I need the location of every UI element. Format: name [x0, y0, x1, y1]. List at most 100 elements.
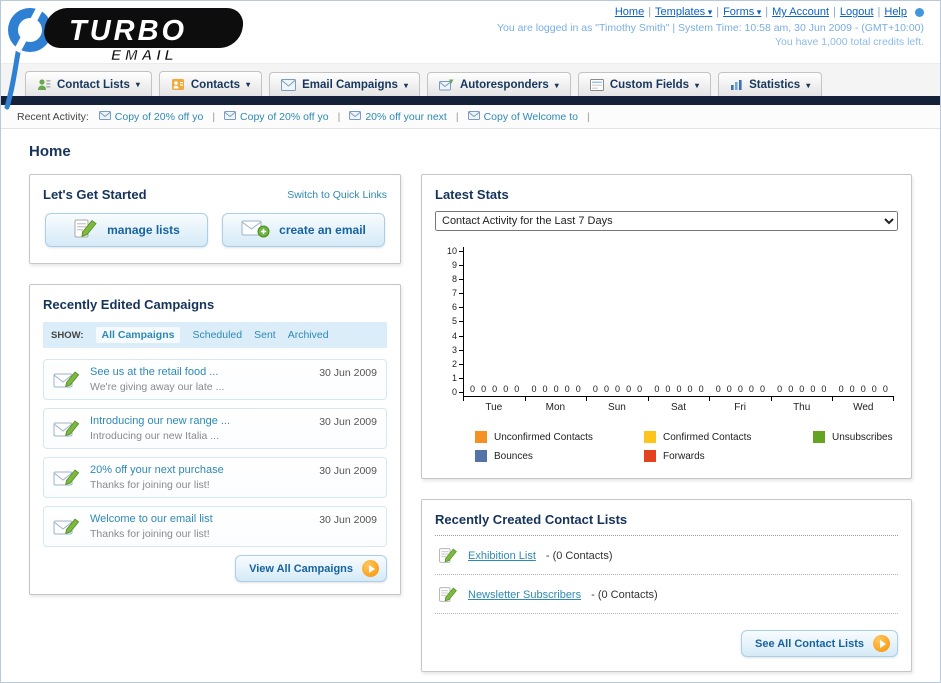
chart-value-label: 0: [737, 384, 743, 394]
legend-item: Unconfirmed Contacts: [475, 431, 640, 443]
x-axis-label: Sun: [586, 397, 648, 413]
x-axis-label: Tue: [463, 397, 525, 413]
chart-value-group: 00000: [648, 384, 709, 394]
chart-value-label: 0: [492, 384, 498, 394]
tab-email-campaigns[interactable]: Email Campaigns ▾: [269, 72, 420, 96]
create-an-email-button[interactable]: create an email: [222, 213, 385, 247]
tab-autoresponders[interactable]: Autoresponders ▾: [426, 72, 571, 96]
envelope-pencil-icon: [53, 418, 80, 440]
chart-value-label: 0: [849, 384, 855, 394]
view-all-campaigns-button[interactable]: View All Campaigns: [235, 555, 387, 582]
contact-list-link[interactable]: Exhibition List: [468, 550, 536, 562]
chart-legend: Unconfirmed Contacts Confirmed Contacts Un…: [475, 431, 898, 462]
recent-activity-item[interactable]: 20% off your next: [349, 110, 447, 123]
header-right: Home | Templates ▾ | Forms ▾ | My Account | Logo…: [497, 6, 924, 48]
y-axis-label: 6: [452, 303, 463, 312]
y-axis-label: 10: [447, 247, 463, 256]
campaign-subtitle: We're giving away our late ...: [90, 381, 225, 393]
header: TURBO EMAIL Home | Templates ▾ | Forms ▾ | My …: [1, 1, 940, 110]
see-all-contact-lists-button[interactable]: See All Contact Lists: [740, 630, 898, 657]
contact-list-link[interactable]: Newsletter Subscribers: [468, 589, 581, 601]
stats-range-select[interactable]: Contact Activity for the Last 7 Days: [435, 211, 898, 231]
recent-activity-item[interactable]: Copy of Welcome to: [467, 110, 578, 123]
tab-label: Email Campaigns: [302, 79, 398, 91]
x-axis-label: Thu: [770, 397, 833, 413]
legend-swatch: [813, 431, 825, 443]
credits-info: You have 1,000 total credits left.: [774, 36, 924, 48]
tab-custom-fields[interactable]: Custom Fields ▾: [577, 72, 712, 96]
top-link-my-account[interactable]: My Account: [772, 6, 829, 18]
nav-separator: |: [648, 6, 652, 18]
campaign-filter-bar: SHOW: All Campaigns Scheduled Sent Archived: [43, 322, 387, 348]
legend-swatch: [475, 431, 487, 443]
chart-value-label: 0: [799, 384, 805, 394]
manage-lists-button[interactable]: manage lists: [45, 213, 208, 247]
y-axis-label: 9: [452, 261, 463, 270]
chart-value-label: 0: [470, 384, 476, 394]
recent-activity-item-label: Copy of Welcome to: [483, 110, 578, 123]
top-link-templates[interactable]: Templates ▾: [655, 6, 712, 18]
contact-list-count: - (0 Contacts): [545, 549, 613, 562]
y-axis-label: 2: [452, 359, 463, 369]
y-axis-label: 0: [452, 387, 463, 397]
chart-value-label: 0: [759, 384, 765, 394]
campaign-date: 30 Jun 2009: [319, 367, 377, 379]
pencil-list-icon: [73, 217, 98, 243]
contacts-icon: [171, 78, 185, 91]
chart-y-axis: 10 9 8 7 6 5 4 3 2 1 0: [439, 247, 463, 397]
chart-value-label: 0: [838, 384, 844, 394]
top-link-logout[interactable]: Logout: [840, 6, 874, 18]
chevron-down-icon: ▾: [554, 80, 559, 90]
chart-value-label: 0: [564, 384, 570, 394]
recent-activity-items: Copy of 20% off yo | Copy of 20% off yo | 20…: [98, 110, 590, 123]
campaign-row[interactable]: Introducing our new range ... Introducing…: [43, 408, 387, 449]
campaign-title-link[interactable]: Welcome to our email list: [90, 513, 311, 525]
chart-plot-area: 00000000000000000000000000000000000: [463, 247, 894, 397]
campaign-title-link[interactable]: See us at the retail food ...: [90, 366, 311, 378]
campaign-texts: 20% off your next purchase Thanks for joi…: [90, 464, 311, 491]
nav-separator: |: [765, 6, 769, 18]
tab-statistics[interactable]: Statistics ▾: [718, 72, 823, 96]
nav-separator: |: [877, 6, 881, 18]
campaign-row[interactable]: 20% off your next purchase Thanks for joi…: [43, 457, 387, 498]
switch-quick-links-link[interactable]: Switch to Quick Links: [287, 189, 387, 201]
recent-activity-bar: Recent Activity: Copy of 20% off yo | Copy…: [1, 105, 940, 129]
recent-activity-item[interactable]: Copy of 20% off yo: [98, 110, 203, 123]
contact-lists-title: Recently Created Contact Lists: [435, 512, 898, 536]
contact-list-count: - (0 Contacts): [591, 588, 658, 601]
tab-contacts[interactable]: Contacts ▾: [158, 71, 263, 96]
filter-all-campaigns[interactable]: All Campaigns: [95, 327, 181, 343]
campaign-title-link[interactable]: Introducing our new range ...: [90, 415, 311, 427]
contact-lists-icon: [37, 78, 51, 91]
filter-archived[interactable]: Archived: [288, 329, 329, 341]
chevron-down-icon: ▾: [705, 7, 713, 17]
campaign-row[interactable]: See us at the retail food ... We're givin…: [43, 359, 387, 400]
chart-value-label: 0: [788, 384, 794, 394]
y-axis-label: 8: [452, 275, 463, 284]
x-axis-label: Wed: [832, 397, 894, 413]
campaign-row[interactable]: Welcome to our email list Thanks for join…: [43, 506, 387, 547]
help-indicator-dot: [915, 7, 924, 17]
latest-stats-title: Latest Stats: [435, 187, 509, 202]
legend-item: Confirmed Contacts: [644, 431, 809, 443]
tab-contact-lists[interactable]: Contact Lists ▾: [25, 71, 152, 96]
top-link-home[interactable]: Home: [615, 6, 644, 18]
activity-separator: |: [586, 110, 590, 123]
filter-sent[interactable]: Sent: [254, 329, 276, 341]
campaign-filters: All Campaigns Scheduled Sent Archived: [95, 327, 329, 343]
button-label: View All Campaigns: [249, 562, 353, 575]
campaign-title-link[interactable]: 20% off your next purchase: [90, 464, 311, 476]
recent-activity-item[interactable]: Copy of 20% off yo: [224, 110, 329, 123]
filter-scheduled[interactable]: Scheduled: [192, 329, 242, 341]
custom-fields-icon: [589, 79, 604, 91]
top-link-forms[interactable]: Forms ▾: [723, 6, 761, 18]
legend-swatch: [644, 450, 656, 462]
activity-separator: |: [337, 110, 341, 123]
legend-swatch: [644, 431, 656, 443]
login-info: You are logged in as "Timothy Smith" | S…: [497, 22, 924, 34]
top-link-help[interactable]: Help: [884, 6, 907, 18]
chart-value-label: 0: [810, 384, 816, 394]
y-axis-label: 3: [452, 345, 463, 355]
chart-value-label: 0: [654, 384, 660, 394]
legend-item: Unsubscribes: [813, 431, 898, 443]
